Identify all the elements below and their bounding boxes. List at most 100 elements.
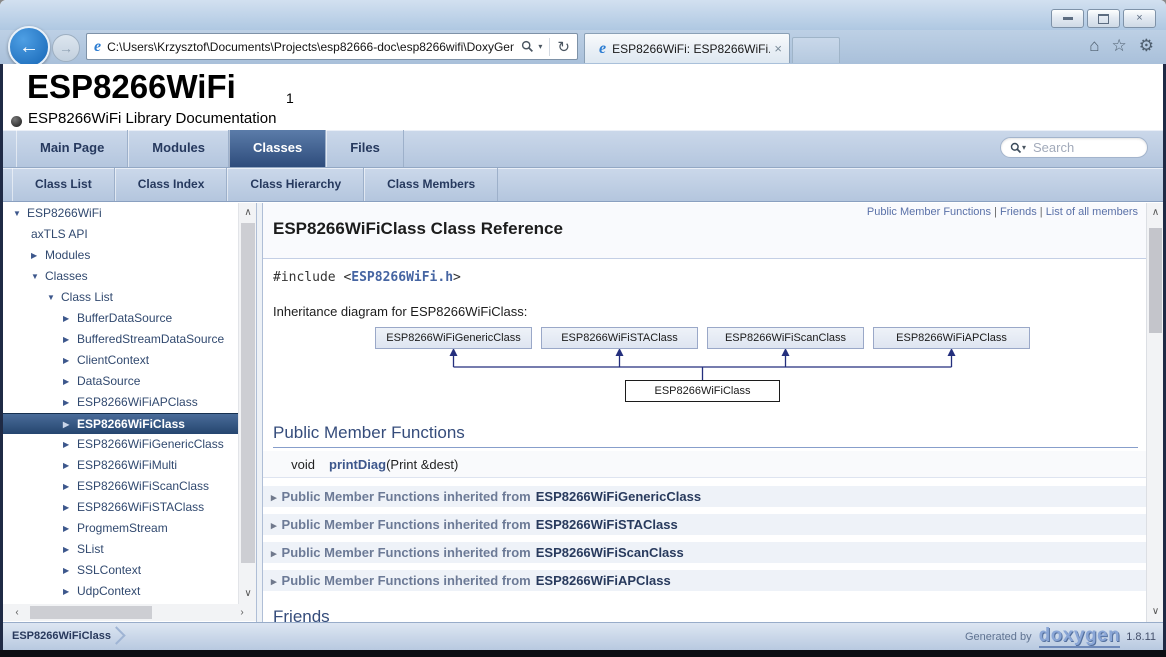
tab-modules[interactable]: Modules [128, 130, 229, 167]
new-tab-button[interactable] [792, 37, 840, 63]
diagram-node-esp8266wifiscanclass[interactable]: ESP8266WiFiScanClass [707, 327, 864, 349]
inherited-class-link[interactable]: ESP8266WiFiAPClass [536, 573, 671, 588]
chevron-down-icon[interactable]: ▾ [1022, 143, 1026, 152]
include-file-link[interactable]: ESP8266WiFi.h [351, 270, 453, 285]
content-vertical-scrollbar[interactable]: ∧ ∨ [1146, 203, 1164, 622]
scrollbar-thumb[interactable] [1149, 228, 1162, 333]
sidebar-item-esp8266wifiscanclass[interactable]: ESP8266WiFiScanClass [3, 476, 238, 497]
inherited-section-esp8266wifiscanclass[interactable]: ▸Public Member Functions inherited fromE… [263, 542, 1146, 563]
sidebar-item-bufferdatasource[interactable]: BufferDataSource [3, 308, 238, 329]
scrollbar-thumb[interactable] [241, 223, 255, 563]
tree-collapsed-icon[interactable] [63, 308, 77, 329]
inherited-class-link[interactable]: ESP8266WiFiSTAClass [536, 517, 678, 532]
diagram-node-esp8266wifistaclass[interactable]: ESP8266WiFiSTAClass [541, 327, 698, 349]
sidebar-item-esp8266wifi[interactable]: ESP8266WiFi [3, 203, 238, 224]
sidebar-resize-handle[interactable] [256, 203, 263, 622]
tree-collapsed-icon[interactable] [63, 350, 77, 371]
tree-collapsed-icon[interactable] [63, 476, 77, 497]
scroll-up-icon[interactable]: ∧ [1147, 205, 1164, 221]
tree-collapsed-icon[interactable] [63, 414, 77, 435]
tree-collapsed-icon[interactable] [63, 560, 77, 581]
sidebar-item-datasource[interactable]: DataSource [3, 371, 238, 392]
sidebar-item-classes[interactable]: Classes [3, 266, 238, 287]
breadcrumb[interactable]: ESP8266WiFiClass [12, 623, 111, 650]
refresh-icon[interactable]: ↻ [557, 38, 570, 56]
tree-collapsed-icon[interactable] [63, 539, 77, 560]
sidebar-item-modules[interactable]: Modules [3, 245, 238, 266]
back-arrow-icon: ← [19, 37, 39, 57]
favorites-star-icon[interactable]: ☆ [1112, 36, 1127, 56]
tree-collapsed-icon[interactable] [63, 434, 77, 455]
home-icon[interactable]: ⌂ [1089, 36, 1099, 56]
scroll-right-icon[interactable]: › [234, 604, 250, 621]
tab-class-hierarchy[interactable]: Class Hierarchy [227, 168, 364, 201]
inherited-section-esp8266wifigenericclass[interactable]: ▸Public Member Functions inherited fromE… [263, 486, 1146, 507]
link-public-member-functions[interactable]: Public Member Functions [867, 206, 991, 218]
settings-gear-icon[interactable]: ⚙ [1139, 36, 1154, 56]
tree-collapsed-icon[interactable] [63, 455, 77, 476]
scroll-down-icon[interactable]: ∨ [1147, 604, 1164, 620]
chevron-down-icon[interactable]: ▾ [538, 42, 542, 51]
inheritance-diagram: ESP8266WiFiGenericClass ESP8266WiFiSTACl… [263, 325, 1146, 405]
tree-collapsed-icon[interactable] [63, 371, 77, 392]
sidebar-item-class-list[interactable]: Class List [3, 287, 238, 308]
link-friends[interactable]: Friends [1000, 206, 1037, 218]
browser-tab[interactable]: e ESP8266WiFi: ESP8266WiFi... × [584, 33, 790, 63]
tree-expanded-icon[interactable] [31, 266, 45, 287]
scroll-left-icon[interactable]: ‹ [9, 604, 25, 621]
tab-class-list[interactable]: Class List [12, 168, 115, 201]
tab-close-icon[interactable]: × [774, 41, 782, 56]
sidebar-item-clientcontext[interactable]: ClientContext [3, 350, 238, 371]
sidebar-item-udpcontext[interactable]: UdpContext [3, 581, 238, 602]
inherited-class-link[interactable]: ESP8266WiFiGenericClass [536, 489, 701, 504]
minimize-button[interactable] [1051, 9, 1084, 28]
doxygen-logo[interactable]: doxygen [1039, 626, 1121, 648]
summary-links: Public Member Functions | Friends | List… [867, 206, 1138, 218]
tab-class-index[interactable]: Class Index [115, 168, 228, 201]
scrollbar-thumb[interactable] [30, 606, 152, 619]
sidebar-item-esp8266wifigenericclass[interactable]: ESP8266WiFiGenericClass [3, 434, 238, 455]
sidebar-item-sslcontext[interactable]: SSLContext [3, 560, 238, 581]
sidebar-item-esp8266wificlass[interactable]: ESP8266WiFiClass [3, 413, 238, 434]
scroll-up-icon[interactable]: ∧ [239, 205, 257, 221]
address-bar[interactable]: e C:\Users\Krzysztof\Documents\Projects\… [86, 33, 578, 60]
diagram-node-esp8266wifiapclass[interactable]: ESP8266WiFiAPClass [873, 327, 1030, 349]
tree-expanded-icon[interactable] [47, 287, 61, 308]
member-name-link[interactable]: printDiag [329, 457, 386, 472]
tab-main-page[interactable]: Main Page [16, 130, 128, 167]
tree-collapsed-icon[interactable] [63, 497, 77, 518]
tab-class-members[interactable]: Class Members [364, 168, 498, 201]
tree-collapsed-icon[interactable] [63, 518, 77, 539]
tree-collapsed-icon[interactable] [63, 581, 77, 602]
doc-search-box[interactable]: ▾ [1000, 137, 1148, 158]
sidebar-item-esp8266wifimulti[interactable]: ESP8266WiFiMulti [3, 455, 238, 476]
back-button[interactable]: ← [8, 26, 50, 68]
inherited-section-esp8266wifiapclass[interactable]: ▸Public Member Functions inherited fromE… [263, 570, 1146, 591]
close-button[interactable]: × [1123, 9, 1156, 28]
forward-button[interactable]: → [52, 34, 80, 62]
inherited-class-link[interactable]: ESP8266WiFiScanClass [536, 545, 684, 560]
tree-expanded-icon[interactable] [13, 203, 27, 224]
diagram-node-esp8266wifigenericclass[interactable]: ESP8266WiFiGenericClass [375, 327, 532, 349]
sidebar-item-slist[interactable]: SList [3, 539, 238, 560]
search-icon[interactable] [521, 40, 534, 53]
sidebar-item-bufferedstreamdatasource[interactable]: BufferedStreamDataSource [3, 329, 238, 350]
maximize-button[interactable] [1087, 9, 1120, 28]
sidebar-item-axtls-api[interactable]: axTLS API [3, 224, 238, 245]
tree-collapsed-icon[interactable] [63, 392, 77, 413]
scroll-down-icon[interactable]: ∨ [239, 586, 257, 602]
tree-collapsed-icon[interactable] [63, 329, 77, 350]
tab-classes[interactable]: Classes [229, 130, 326, 167]
tree-collapsed-icon[interactable] [31, 245, 45, 266]
sidebar-item-esp8266wifiapclass[interactable]: ESP8266WiFiAPClass [3, 392, 238, 413]
inheritance-caption: Inheritance diagram for ESP8266WiFiClass… [273, 304, 527, 319]
inherited-section-esp8266wifistaclass[interactable]: ▸Public Member Functions inherited fromE… [263, 514, 1146, 535]
search-input[interactable] [1031, 139, 1143, 156]
link-list-of-all-members[interactable]: List of all members [1046, 206, 1138, 218]
tab-files[interactable]: Files [326, 130, 404, 167]
url-text[interactable]: C:\Users\Krzysztof\Documents\Projects\es… [107, 40, 514, 54]
sidebar-item-progmemstream[interactable]: ProgmemStream [3, 518, 238, 539]
sidebar-vertical-scrollbar[interactable]: ∧ ∨ [238, 203, 257, 604]
sidebar-horizontal-scrollbar[interactable]: ‹ › [3, 604, 256, 621]
sidebar-item-esp8266wifistaclass[interactable]: ESP8266WiFiSTAClass [3, 497, 238, 518]
